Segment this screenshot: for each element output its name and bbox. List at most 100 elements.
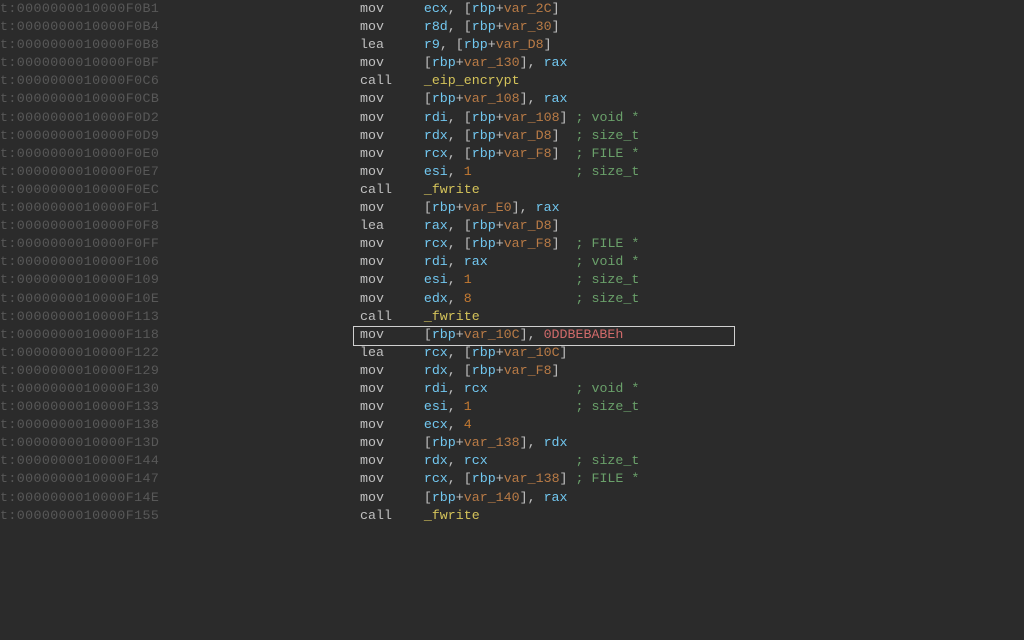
token-reg: rax bbox=[464, 254, 488, 269]
asm-line[interactable]: t:0000000010000F0BFmov [rbp+var_130], ra… bbox=[0, 54, 1024, 72]
token-reg: ecx bbox=[424, 417, 448, 432]
asm-line[interactable]: t:0000000010000F13Dmov [rbp+var_138], rd… bbox=[0, 434, 1024, 452]
token-reg: rbp bbox=[432, 91, 456, 106]
asm-line[interactable]: t:0000000010000F0CBmov [rbp+var_108], ra… bbox=[0, 90, 1024, 108]
asm-line[interactable]: t:0000000010000F138mov ecx, 4 bbox=[0, 416, 1024, 434]
disassembly-view[interactable]: t:0000000010000F0B1mov ecx, [rbp+var_2C]… bbox=[0, 0, 1024, 525]
asm-line[interactable]: t:0000000010000F0B4mov r8d, [rbp+var_30] bbox=[0, 18, 1024, 36]
token-reg: r8d bbox=[424, 19, 448, 34]
asm-line[interactable]: t:0000000010000F133mov esi, 1 ; size_t bbox=[0, 398, 1024, 416]
token-reg: rbp bbox=[472, 146, 496, 161]
token-punct bbox=[488, 381, 576, 396]
address-column: t:0000000010000F155 bbox=[0, 507, 360, 525]
token-num: 1 bbox=[464, 399, 472, 414]
asm-line[interactable]: t:0000000010000F118mov [rbp+var_10C], 0D… bbox=[0, 326, 1024, 344]
code-column: lea r9, [rbp+var_D8] bbox=[360, 36, 1024, 54]
token-punct bbox=[472, 399, 576, 414]
asm-line[interactable]: t:0000000010000F0C6call _eip_encrypt bbox=[0, 72, 1024, 90]
asm-line[interactable]: t:0000000010000F109mov esi, 1 ; size_t bbox=[0, 271, 1024, 289]
token-mnem: mov bbox=[360, 19, 424, 34]
token-reg: rcx bbox=[424, 146, 448, 161]
token-punct: ] bbox=[552, 19, 560, 34]
token-reg: rbp bbox=[472, 363, 496, 378]
asm-line[interactable]: t:0000000010000F147mov rcx, [rbp+var_138… bbox=[0, 470, 1024, 488]
asm-line[interactable]: t:0000000010000F0F1mov [rbp+var_E0], rax bbox=[0, 199, 1024, 217]
token-reg: rax bbox=[424, 218, 448, 233]
asm-line[interactable]: t:0000000010000F122lea rcx, [rbp+var_10C… bbox=[0, 344, 1024, 362]
token-mnem: mov bbox=[360, 399, 424, 414]
code-column: mov rdx, rcx ; size_t bbox=[360, 452, 1024, 470]
code-column: call _fwrite bbox=[360, 308, 1024, 326]
address-column: t:0000000010000F0FF bbox=[0, 235, 360, 253]
asm-line[interactable]: t:0000000010000F14Emov [rbp+var_140], ra… bbox=[0, 489, 1024, 507]
asm-line[interactable]: t:0000000010000F129mov rdx, [rbp+var_F8] bbox=[0, 362, 1024, 380]
token-var: var_D8 bbox=[504, 218, 552, 233]
token-punct: ], bbox=[520, 435, 544, 450]
token-punct: ] bbox=[552, 218, 560, 233]
address-column: t:0000000010000F0CB bbox=[0, 90, 360, 108]
token-reg: rbp bbox=[472, 110, 496, 125]
token-punct: , bbox=[448, 399, 464, 414]
asm-line[interactable]: t:0000000010000F0FFmov rcx, [rbp+var_F8]… bbox=[0, 235, 1024, 253]
token-reg: rbp bbox=[472, 236, 496, 251]
token-punct: + bbox=[496, 236, 504, 251]
token-reg: rdx bbox=[424, 128, 448, 143]
asm-line[interactable]: t:0000000010000F10Emov edx, 8 ; size_t bbox=[0, 290, 1024, 308]
token-punct: ], bbox=[520, 490, 544, 505]
asm-line[interactable]: t:0000000010000F113call _fwrite bbox=[0, 308, 1024, 326]
code-column: call _fwrite bbox=[360, 507, 1024, 525]
token-mnem: mov bbox=[360, 110, 424, 125]
token-punct bbox=[472, 272, 576, 287]
token-punct: ] bbox=[552, 1, 560, 16]
address-column: t:0000000010000F13D bbox=[0, 434, 360, 452]
token-punct: , [ bbox=[448, 471, 472, 486]
token-mnem: mov bbox=[360, 146, 424, 161]
token-reg: rbp bbox=[472, 128, 496, 143]
address-column: t:0000000010000F129 bbox=[0, 362, 360, 380]
token-punct: ], bbox=[520, 55, 544, 70]
token-punct: [ bbox=[424, 200, 432, 215]
address-column: t:0000000010000F0EC bbox=[0, 181, 360, 199]
code-column: mov ecx, 4 bbox=[360, 416, 1024, 434]
asm-line[interactable]: t:0000000010000F0B1mov ecx, [rbp+var_2C] bbox=[0, 0, 1024, 18]
token-punct: + bbox=[496, 345, 504, 360]
asm-line[interactable]: t:0000000010000F0D2mov rdi, [rbp+var_108… bbox=[0, 109, 1024, 127]
token-punct: , [ bbox=[440, 37, 464, 52]
asm-line[interactable]: t:0000000010000F144mov rdx, rcx ; size_t bbox=[0, 452, 1024, 470]
token-punct: , [ bbox=[448, 236, 472, 251]
address-column: t:0000000010000F0D9 bbox=[0, 127, 360, 145]
asm-line[interactable]: t:0000000010000F0F8lea rax, [rbp+var_D8] bbox=[0, 217, 1024, 235]
asm-line[interactable]: t:0000000010000F130mov rdi, rcx ; void * bbox=[0, 380, 1024, 398]
token-punct: , bbox=[448, 164, 464, 179]
token-punct: ] bbox=[560, 345, 568, 360]
asm-line[interactable]: t:0000000010000F155call _fwrite bbox=[0, 507, 1024, 525]
address-column: t:0000000010000F133 bbox=[0, 398, 360, 416]
token-var: var_D8 bbox=[504, 128, 552, 143]
token-mnem: call bbox=[360, 508, 424, 523]
asm-line[interactable]: t:0000000010000F0E0mov rcx, [rbp+var_F8]… bbox=[0, 145, 1024, 163]
address-column: t:0000000010000F10E bbox=[0, 290, 360, 308]
token-punct: + bbox=[496, 363, 504, 378]
token-reg: r9 bbox=[424, 37, 440, 52]
asm-line[interactable]: t:0000000010000F106mov rdi, rax ; void * bbox=[0, 253, 1024, 271]
address-column: t:0000000010000F130 bbox=[0, 380, 360, 398]
token-mnem: lea bbox=[360, 37, 424, 52]
token-reg: rcx bbox=[424, 236, 448, 251]
address-column: t:0000000010000F147 bbox=[0, 470, 360, 488]
token-reg: rbp bbox=[472, 218, 496, 233]
address-column: t:0000000010000F0E0 bbox=[0, 145, 360, 163]
asm-line[interactable]: t:0000000010000F0ECcall _fwrite bbox=[0, 181, 1024, 199]
token-punct: + bbox=[496, 128, 504, 143]
address-column: t:0000000010000F144 bbox=[0, 452, 360, 470]
token-mnem: mov bbox=[360, 1, 424, 16]
asm-line[interactable]: t:0000000010000F0D9mov rdx, [rbp+var_D8]… bbox=[0, 127, 1024, 145]
asm-line[interactable]: t:0000000010000F0E7mov esi, 1 ; size_t bbox=[0, 163, 1024, 181]
address-column: t:0000000010000F0BF bbox=[0, 54, 360, 72]
asm-line[interactable]: t:0000000010000F0B8lea r9, [rbp+var_D8] bbox=[0, 36, 1024, 54]
token-reg: rdi bbox=[424, 381, 448, 396]
address-column: t:0000000010000F138 bbox=[0, 416, 360, 434]
token-reg: rdx bbox=[424, 453, 448, 468]
code-column: mov rdx, [rbp+var_D8] ; size_t bbox=[360, 127, 1024, 145]
token-punct: + bbox=[496, 110, 504, 125]
token-var: var_F8 bbox=[504, 363, 552, 378]
